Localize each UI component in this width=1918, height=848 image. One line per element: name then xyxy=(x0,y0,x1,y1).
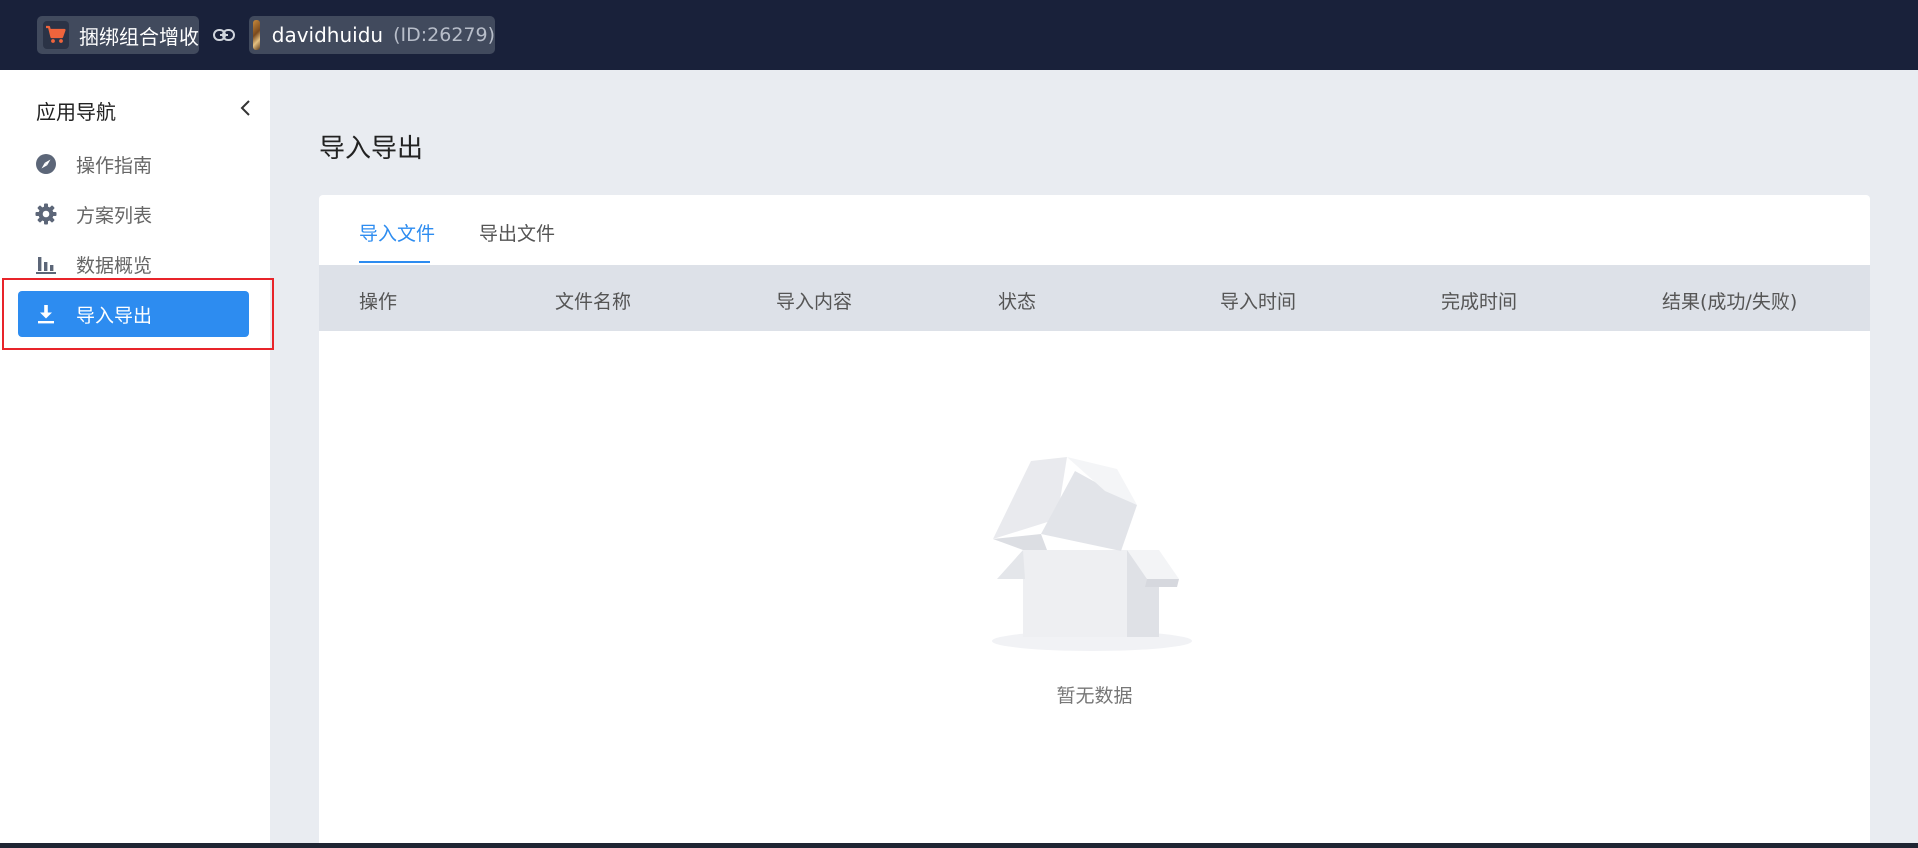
username: davidhuidu xyxy=(271,23,384,47)
collapse-sidebar-button[interactable] xyxy=(236,96,256,120)
sidebar: 应用导航 操作指南 方案列表 数据概览 导入导出 xyxy=(0,70,270,848)
sidebar-item-guide[interactable]: 操作指南 xyxy=(18,141,249,187)
sidebar-item-label: 操作指南 xyxy=(76,154,153,177)
column-header: 文件名称 xyxy=(555,291,632,313)
shopping-cart-icon xyxy=(43,21,69,49)
sidebar-item-plans[interactable]: 方案列表 xyxy=(18,191,249,237)
column-header: 结果(成功/失败) xyxy=(1662,291,1798,313)
avatar xyxy=(253,20,260,50)
bar-chart-icon xyxy=(34,252,58,276)
empty-state-text: 暂无数据 xyxy=(1056,685,1133,707)
user-id: (ID:26279) xyxy=(393,24,495,46)
selection-highlight xyxy=(2,278,274,350)
compass-icon xyxy=(34,152,58,176)
empty-box-icon xyxy=(987,449,1197,661)
content-card: 导入文件 导出文件 操作 文件名称 导入内容 状态 导入时间 完成时间 结果(成… xyxy=(319,195,1870,848)
page-title: 导入导出 xyxy=(319,134,424,164)
column-header: 状态 xyxy=(998,291,1037,313)
table-header: 操作 文件名称 导入内容 状态 导入时间 完成时间 结果(成功/失败) xyxy=(319,265,1870,331)
gear-icon xyxy=(34,202,58,226)
chevron-left-icon xyxy=(240,100,250,116)
user-account[interactable]: davidhuidu (ID:26279) xyxy=(249,16,495,54)
app-switcher[interactable]: 捆绑组合增收 xyxy=(37,16,199,54)
sidebar-title: 应用导航 xyxy=(36,100,116,124)
column-header: 完成时间 xyxy=(1441,291,1518,313)
top-bar: 捆绑组合增收 davidhuidu (ID:26279) xyxy=(0,0,1918,70)
column-header: 操作 xyxy=(359,291,398,313)
sidebar-item-label: 方案列表 xyxy=(76,204,153,227)
sidebar-item-label: 数据概览 xyxy=(76,254,153,277)
app-name: 捆绑组合增收 xyxy=(79,24,199,49)
tab-import-files[interactable]: 导入文件 xyxy=(359,219,435,246)
tab-export-files[interactable]: 导出文件 xyxy=(479,219,555,246)
link-icon xyxy=(212,24,236,46)
empty-state: 暂无数据 xyxy=(319,331,1870,848)
tab-bar: 导入文件 导出文件 xyxy=(319,195,1870,265)
column-header: 导入内容 xyxy=(776,291,853,313)
column-header: 导入时间 xyxy=(1220,291,1297,313)
window-bottom-edge xyxy=(0,843,1918,848)
active-tab-indicator xyxy=(359,261,430,263)
